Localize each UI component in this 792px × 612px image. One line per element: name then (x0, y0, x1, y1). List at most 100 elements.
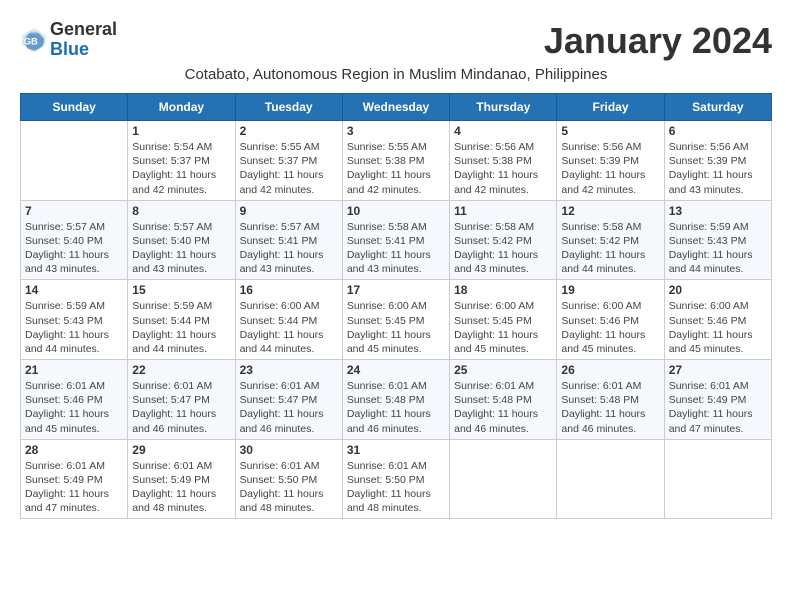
calendar-cell: 15Sunrise: 5:59 AMSunset: 5:44 PMDayligh… (128, 280, 235, 360)
day-number: 4 (454, 124, 552, 138)
month-title: January 2024 (544, 20, 772, 62)
calendar-week: 14 Sunrise: 5:59 AMSunset: 5:43 PMDayligh… (21, 280, 772, 360)
dow-header: Wednesday (342, 94, 449, 121)
day-info: Sunrise: 6:00 AMSunset: 5:46 PMDaylight:… (561, 299, 659, 356)
day-info: Sunrise: 6:01 AMSunset: 5:50 PMDaylight:… (347, 459, 445, 516)
calendar-cell: 11 Sunrise: 5:58 AMSunset: 5:42 PMDayligh… (450, 200, 557, 280)
day-info: Sunrise: 6:01 AMSunset: 5:49 PMDaylight:… (25, 459, 123, 516)
day-number: 14 (25, 283, 123, 297)
calendar-cell: 4 Sunrise: 5:56 AMSunset: 5:38 PMDaylight… (450, 121, 557, 201)
calendar-cell: 13Sunrise: 5:59 AMSunset: 5:43 PMDayligh… (664, 200, 771, 280)
day-number: 1 (132, 124, 230, 138)
day-number: 13 (669, 204, 767, 218)
day-number: 3 (347, 124, 445, 138)
day-info: Sunrise: 5:55 AMSunset: 5:37 PMDaylight:… (240, 140, 338, 197)
dow-header: Friday (557, 94, 664, 121)
day-info: Sunrise: 5:58 AMSunset: 5:41 PMDaylight:… (347, 220, 445, 277)
day-number: 10 (347, 204, 445, 218)
day-info: Sunrise: 6:00 AMSunset: 5:46 PMDaylight:… (669, 299, 767, 356)
day-number: 18 (454, 283, 552, 297)
day-info: Sunrise: 5:54 AMSunset: 5:37 PMDaylight:… (132, 140, 230, 197)
calendar-cell: 18 Sunrise: 6:00 AMSunset: 5:45 PMDayligh… (450, 280, 557, 360)
calendar-cell: 22 Sunrise: 6:01 AMSunset: 5:47 PMDayligh… (128, 360, 235, 440)
day-number: 25 (454, 363, 552, 377)
day-number: 28 (25, 443, 123, 457)
calendar-cell: 10 Sunrise: 5:58 AMSunset: 5:41 PMDayligh… (342, 200, 449, 280)
day-info: Sunrise: 6:01 AMSunset: 5:48 PMDaylight:… (454, 379, 552, 436)
day-number: 12 (561, 204, 659, 218)
svg-text:GB: GB (24, 37, 38, 47)
day-info: Sunrise: 5:58 AMSunset: 5:42 PMDaylight:… (561, 220, 659, 277)
calendar-cell: 5Sunrise: 5:56 AMSunset: 5:39 PMDaylight… (557, 121, 664, 201)
day-number: 21 (25, 363, 123, 377)
calendar-cell: 28 Sunrise: 6:01 AMSunset: 5:49 PMDayligh… (21, 439, 128, 519)
day-info: Sunrise: 6:01 AMSunset: 5:47 PMDaylight:… (132, 379, 230, 436)
day-info: Sunrise: 6:00 AMSunset: 5:45 PMDaylight:… (347, 299, 445, 356)
day-number: 9 (240, 204, 338, 218)
calendar-week: 28 Sunrise: 6:01 AMSunset: 5:49 PMDayligh… (21, 439, 772, 519)
day-info: Sunrise: 6:01 AMSunset: 5:46 PMDaylight:… (25, 379, 123, 436)
day-number: 24 (347, 363, 445, 377)
calendar-cell: 17 Sunrise: 6:00 AMSunset: 5:45 PMDayligh… (342, 280, 449, 360)
calendar-cell: 12 Sunrise: 5:58 AMSunset: 5:42 PMDayligh… (557, 200, 664, 280)
day-number: 23 (240, 363, 338, 377)
day-info: Sunrise: 6:00 AMSunset: 5:44 PMDaylight:… (240, 299, 338, 356)
calendar-cell: 9 Sunrise: 5:57 AMSunset: 5:41 PMDaylight… (235, 200, 342, 280)
day-number: 19 (561, 283, 659, 297)
day-info: Sunrise: 6:01 AMSunset: 5:49 PMDaylight:… (132, 459, 230, 516)
calendar-cell: 3Sunrise: 5:55 AMSunset: 5:38 PMDaylight… (342, 121, 449, 201)
day-number: 8 (132, 204, 230, 218)
day-number: 11 (454, 204, 552, 218)
day-info: Sunrise: 5:56 AMSunset: 5:39 PMDaylight:… (669, 140, 767, 197)
day-info: Sunrise: 6:01 AMSunset: 5:47 PMDaylight:… (240, 379, 338, 436)
calendar-week: 7 Sunrise: 5:57 AMSunset: 5:40 PMDaylight… (21, 200, 772, 280)
day-number: 5 (561, 124, 659, 138)
day-info: Sunrise: 5:59 AMSunset: 5:43 PMDaylight:… (25, 299, 123, 356)
calendar-cell (450, 439, 557, 519)
day-info: Sunrise: 5:57 AMSunset: 5:40 PMDaylight:… (132, 220, 230, 277)
day-number: 20 (669, 283, 767, 297)
day-info: Sunrise: 5:57 AMSunset: 5:40 PMDaylight:… (25, 220, 123, 277)
day-number: 22 (132, 363, 230, 377)
calendar-cell: 6Sunrise: 5:56 AMSunset: 5:39 PMDaylight… (664, 121, 771, 201)
days-of-week-row: SundayMondayTuesdayWednesdayThursdayFrid… (21, 94, 772, 121)
calendar-cell: 30 Sunrise: 6:01 AMSunset: 5:50 PMDayligh… (235, 439, 342, 519)
logo: GB General Blue (20, 20, 117, 60)
calendar-cell: 21 Sunrise: 6:01 AMSunset: 5:46 PMDayligh… (21, 360, 128, 440)
subtitle: Cotabato, Autonomous Region in Muslim Mi… (20, 66, 772, 83)
day-number: 31 (347, 443, 445, 457)
day-info: Sunrise: 5:56 AMSunset: 5:38 PMDaylight:… (454, 140, 552, 197)
day-info: Sunrise: 6:00 AMSunset: 5:45 PMDaylight:… (454, 299, 552, 356)
day-number: 27 (669, 363, 767, 377)
generalblue-icon: GB (20, 26, 48, 54)
calendar-cell: 16 Sunrise: 6:00 AMSunset: 5:44 PMDayligh… (235, 280, 342, 360)
calendar-cell: 29Sunrise: 6:01 AMSunset: 5:49 PMDayligh… (128, 439, 235, 519)
calendar-cell: 8 Sunrise: 5:57 AMSunset: 5:40 PMDaylight… (128, 200, 235, 280)
day-info: Sunrise: 5:58 AMSunset: 5:42 PMDaylight:… (454, 220, 552, 277)
day-number: 17 (347, 283, 445, 297)
day-info: Sunrise: 6:01 AMSunset: 5:48 PMDaylight:… (561, 379, 659, 436)
calendar-cell: 31 Sunrise: 6:01 AMSunset: 5:50 PMDayligh… (342, 439, 449, 519)
calendar-cell: 2 Sunrise: 5:55 AMSunset: 5:37 PMDaylight… (235, 121, 342, 201)
day-number: 15 (132, 283, 230, 297)
logo-text: General Blue (50, 20, 117, 60)
calendar-cell: 24 Sunrise: 6:01 AMSunset: 5:48 PMDayligh… (342, 360, 449, 440)
calendar-cell: 20 Sunrise: 6:00 AMSunset: 5:46 PMDayligh… (664, 280, 771, 360)
dow-header: Thursday (450, 94, 557, 121)
day-info: Sunrise: 6:01 AMSunset: 5:48 PMDaylight:… (347, 379, 445, 436)
calendar-cell: 25 Sunrise: 6:01 AMSunset: 5:48 PMDayligh… (450, 360, 557, 440)
day-number: 2 (240, 124, 338, 138)
day-number: 16 (240, 283, 338, 297)
calendar-cell: 7 Sunrise: 5:57 AMSunset: 5:40 PMDaylight… (21, 200, 128, 280)
calendar-week: 21 Sunrise: 6:01 AMSunset: 5:46 PMDayligh… (21, 360, 772, 440)
day-info: Sunrise: 6:01 AMSunset: 5:50 PMDaylight:… (240, 459, 338, 516)
day-number: 26 (561, 363, 659, 377)
day-number: 7 (25, 204, 123, 218)
dow-header: Monday (128, 94, 235, 121)
dow-header: Tuesday (235, 94, 342, 121)
calendar-cell: 1 Sunrise: 5:54 AMSunset: 5:37 PMDaylight… (128, 121, 235, 201)
calendar-cell: 27Sunrise: 6:01 AMSunset: 5:49 PMDayligh… (664, 360, 771, 440)
dow-header: Saturday (664, 94, 771, 121)
day-info: Sunrise: 5:57 AMSunset: 5:41 PMDaylight:… (240, 220, 338, 277)
day-number: 30 (240, 443, 338, 457)
